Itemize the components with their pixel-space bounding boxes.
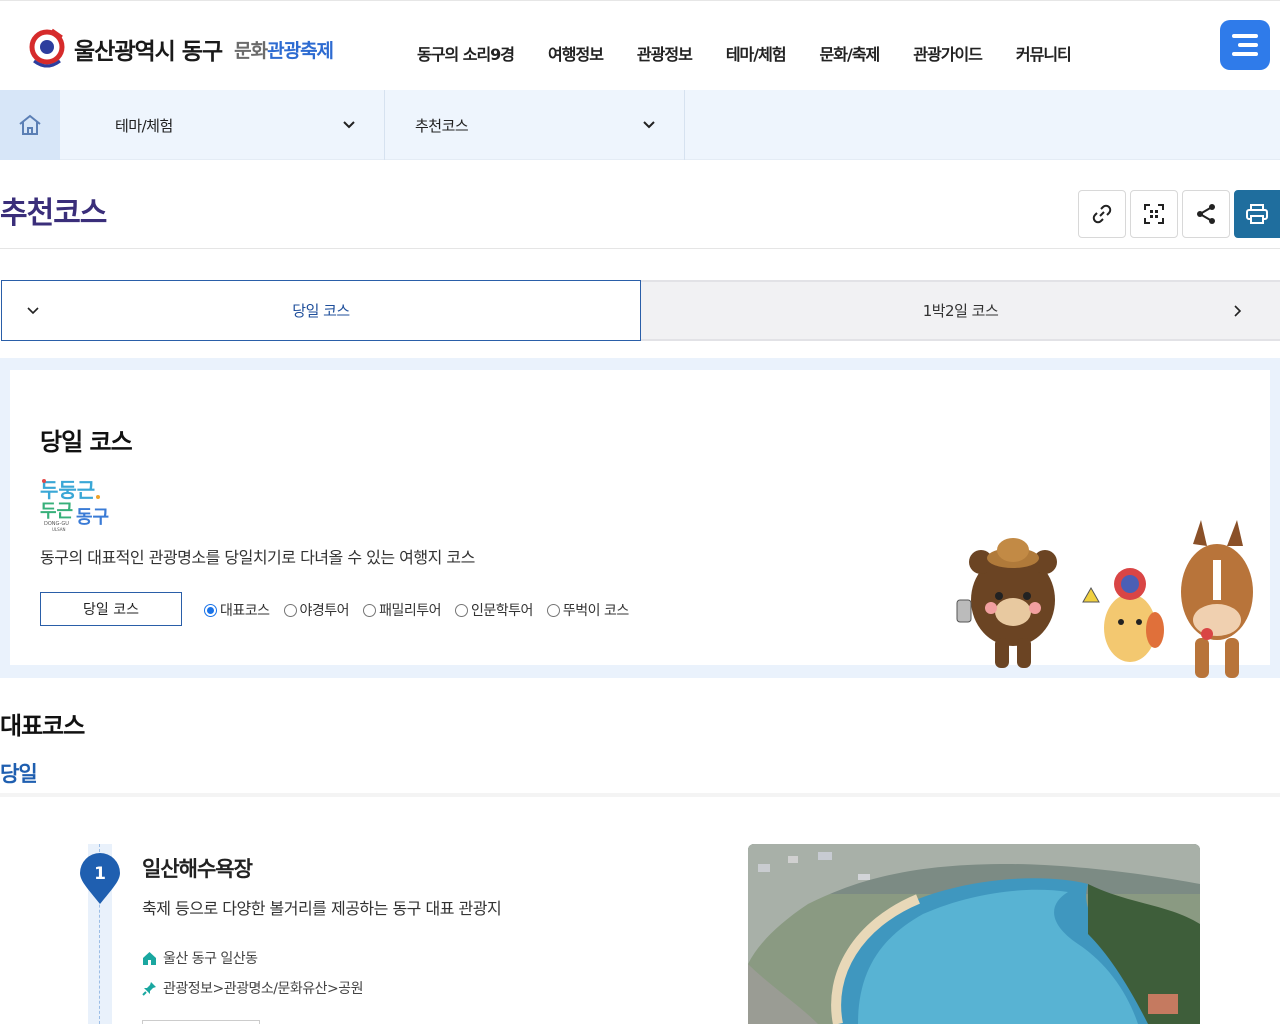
page-tools	[1078, 190, 1280, 238]
city-emblem-icon	[29, 28, 65, 68]
pin-icon	[142, 981, 156, 996]
location-bar: 테마/체험 추천코스	[0, 90, 1280, 160]
svg-text:두근: 두근	[40, 501, 73, 522]
tab-day-course[interactable]: 당일 코스	[1, 280, 641, 341]
logo-sub-blue: 관광축제	[267, 39, 334, 62]
course-item-more-button[interactable]	[142, 1020, 260, 1024]
nav-item-theme[interactable]: 테마/체험	[726, 41, 787, 65]
nav-item-guide[interactable]: 관광가이드	[913, 41, 983, 65]
chevron-down-icon	[27, 307, 39, 315]
logo-main-text: 울산광역시 동구	[74, 39, 223, 65]
logo-sub-gray: 문화	[234, 39, 268, 62]
share-button[interactable]	[1182, 190, 1230, 238]
nav-item-community[interactable]: 커뮤니티	[1016, 41, 1072, 65]
course-item-title[interactable]: 일산해수욕장	[142, 853, 253, 883]
radio-dot	[363, 603, 377, 617]
intro-title: 당일 코스	[40, 422, 133, 457]
link-icon	[1092, 204, 1112, 224]
qr-icon	[1144, 204, 1164, 224]
radio-dot	[454, 603, 468, 617]
location-depth2-select[interactable]: 추천코스	[385, 90, 685, 160]
radio-representative[interactable]: 대표코스	[204, 600, 270, 620]
course-intro-box: 당일 코스 두둥근 두근 동구 DONG-GU ULSAN 동구의 대표적인 관…	[10, 370, 1270, 678]
location-depth1-select[interactable]: 테마/체험	[60, 90, 385, 160]
nav-item-culture[interactable]: 문화/축제	[820, 41, 881, 65]
print-button[interactable]	[1234, 190, 1280, 238]
section-subtitle: 당일	[0, 762, 38, 786]
svg-text:두둥근: 두둥근	[40, 478, 95, 502]
donggu-brand-logo: 두둥근 두근 동구 DONG-GU ULSAN	[40, 478, 109, 532]
section-divider	[0, 793, 1280, 797]
radio-dot	[283, 603, 297, 617]
radio-label: 뚜벅이 코스	[562, 603, 629, 619]
all-menu-button[interactable]	[1220, 20, 1270, 70]
home-button[interactable]	[0, 90, 60, 160]
course-item-photo[interactable]	[748, 844, 1200, 1024]
course-type-radio-group: 대표코스 야경투어 패밀리투어 인문학투어 뚜벅이 코스	[204, 600, 643, 620]
tab-overnight-course[interactable]: 1박2일 코스	[641, 280, 1280, 341]
course-item-category-text: 관광정보>관광명소/문화유산>공원	[163, 981, 364, 997]
svg-text:동구: 동구	[76, 507, 109, 528]
share-icon	[1197, 204, 1215, 224]
main-nav: 동구의 소리9경 여행정보 관광정보 테마/체험 문화/축제 관광가이드 커뮤니…	[400, 41, 1088, 65]
radio-night-tour[interactable]: 야경투어	[283, 600, 350, 620]
course-tabs: 당일 코스 1박2일 코스	[0, 280, 1280, 341]
course-intro-section: 당일 코스 두둥근 두근 동구 DONG-GU ULSAN 동구의 대표적인 관…	[0, 358, 1280, 678]
site-logo[interactable]: 울산광역시 동구 문화 관광축제	[28, 27, 334, 71]
radio-walking-course[interactable]: 뚜벅이 코스	[546, 600, 629, 620]
section-title: 대표코스	[0, 706, 85, 741]
nav-item-sound9[interactable]: 동구의 소리9경	[417, 41, 515, 65]
radio-label: 패밀리투어	[379, 603, 441, 619]
course-item-description: 축제 등으로 다양한 볼거리를 제공하는 동구 대표 관광지	[142, 899, 502, 918]
title-divider	[0, 248, 1280, 249]
qr-code-button[interactable]	[1130, 190, 1178, 238]
radio-label: 야경투어	[299, 603, 350, 619]
nav-item-travel-info[interactable]: 여행정보	[548, 41, 604, 65]
chevron-right-icon	[1234, 305, 1242, 317]
radio-label: 인문학투어	[470, 603, 533, 619]
course-item-address: 울산 동구 일산동	[142, 948, 258, 968]
radio-family-tour[interactable]: 패밀리투어	[363, 600, 441, 620]
radio-dot	[546, 603, 560, 617]
print-icon	[1246, 204, 1268, 224]
radio-humanities-tour[interactable]: 인문학투어	[454, 600, 533, 620]
radio-label: 대표코스	[220, 603, 270, 619]
copy-link-button[interactable]	[1078, 190, 1126, 238]
mascot-characters-image	[956, 520, 1253, 678]
tab-overnight-course-label: 1박2일 코스	[922, 302, 999, 320]
svg-text:ULSAN: ULSAN	[52, 527, 66, 532]
location-depth2-label: 추천코스	[415, 116, 469, 135]
tab-day-course-label: 당일 코스	[292, 302, 350, 320]
home-icon	[19, 114, 41, 135]
course-item-address-text: 울산 동구 일산동	[163, 951, 258, 967]
location-depth1-label: 테마/체험	[115, 116, 173, 135]
course-number: 1	[94, 864, 106, 884]
page-title: 추천코스	[0, 196, 107, 231]
day-course-button[interactable]: 당일 코스	[40, 592, 182, 626]
home-icon	[143, 951, 156, 965]
nav-item-tour-info[interactable]: 관광정보	[637, 41, 693, 65]
chevron-down-icon	[643, 121, 655, 129]
course-item-category: 관광정보>관광명소/문화유산>공원	[142, 978, 364, 998]
course-number-marker: 1	[80, 853, 120, 904]
radio-dot	[204, 603, 217, 617]
intro-description: 동구의 대표적인 관광명소를 당일치기로 다녀올 수 있는 여행지 코스	[40, 548, 475, 567]
hamburger-icon	[1232, 34, 1258, 38]
chevron-down-icon	[343, 121, 355, 129]
site-header: 울산광역시 동구 문화 관광축제 동구의 소리9경 여행정보 관광정보 테마/체…	[0, 0, 1280, 90]
